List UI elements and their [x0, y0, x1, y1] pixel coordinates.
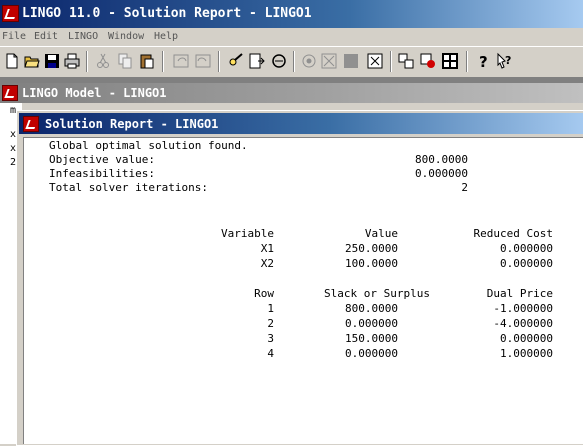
solution-window-title: Solution Report - LINGO1 [45, 117, 219, 131]
table-cell: 0.000000 [500, 332, 553, 345]
variable-header: Variable [221, 227, 274, 240]
app-title-bar[interactable]: LINGO 11.0 - Solution Report - LINGO1 [0, 0, 583, 28]
solution-report-window[interactable]: Solution Report - LINGO1 Global optimal … [16, 110, 583, 446]
menu-lingo[interactable]: LINGO [68, 31, 98, 42]
slack-header: Slack or Surplus [324, 287, 430, 300]
picture-icon[interactable] [441, 52, 459, 70]
copy-icon[interactable] [116, 52, 134, 70]
iterations-value: 2 [461, 181, 468, 194]
redo-icon[interactable] [194, 52, 212, 70]
table-cell: X2 [260, 257, 274, 270]
svg-text:?: ? [479, 53, 488, 70]
table-cell: 0.000000 [345, 317, 398, 330]
close-all-icon[interactable] [366, 52, 384, 70]
match-parenthesis-icon[interactable] [270, 52, 288, 70]
table-cell: 0.000000 [345, 347, 398, 360]
objective-value: 800.0000 [415, 153, 468, 166]
context-help-icon[interactable]: ? [496, 52, 514, 70]
goto-line-icon[interactable] [248, 52, 266, 70]
menu-file[interactable]: File [2, 31, 26, 42]
menu-help[interactable]: Help [154, 31, 178, 42]
solution-icon[interactable] [320, 52, 338, 70]
table-cell: 0.000000 [500, 257, 553, 270]
send-to-back-icon[interactable] [419, 52, 437, 70]
lingo-logo-icon [2, 5, 19, 22]
table-cell: 2 [267, 317, 274, 330]
model-window-title: LINGO Model - LINGO1 [22, 86, 167, 100]
table-cell: 150.0000 [345, 332, 398, 345]
table-cell: X1 [260, 242, 274, 255]
table-cell: -1.000000 [493, 302, 553, 315]
menu-bar: File Edit LINGO Window Help [0, 28, 583, 46]
table-cell: 800.0000 [345, 302, 398, 315]
menu-window[interactable]: Window [108, 31, 144, 42]
help-icon[interactable]: ? [474, 52, 492, 70]
new-file-icon[interactable] [3, 52, 21, 70]
table-cell: 250.0000 [345, 242, 398, 255]
lingo-logo-icon [2, 85, 18, 101]
options-icon[interactable] [342, 52, 360, 70]
table-cell: 3 [267, 332, 274, 345]
save-icon[interactable] [43, 52, 61, 70]
paste-icon[interactable] [138, 52, 156, 70]
lingo-logo-icon [23, 116, 39, 132]
value-header: Value [364, 227, 398, 240]
iterations-label: Total solver iterations: [49, 181, 208, 194]
dual-price-header: Dual Price [486, 287, 553, 300]
toolbar-separator [390, 51, 392, 72]
find-icon[interactable] [227, 52, 245, 70]
toolbar: ? ? [0, 46, 583, 78]
toolbar-separator [466, 51, 468, 72]
toolbar-separator [86, 51, 88, 72]
report-text-area[interactable]: Global optimal solution found. Objective… [23, 137, 583, 444]
model-window-title-bar[interactable]: LINGO Model - LINGO1 [0, 83, 583, 103]
solve-icon[interactable] [300, 52, 318, 70]
open-file-icon[interactable] [23, 52, 41, 70]
row-header: Row [254, 287, 274, 300]
table-cell: 1 [267, 302, 274, 315]
undo-icon[interactable] [172, 52, 190, 70]
menu-edit[interactable]: Edit [34, 31, 58, 42]
print-icon[interactable] [63, 52, 81, 70]
svg-text:?: ? [505, 54, 511, 67]
toolbar-separator [293, 51, 295, 72]
table-cell: 4 [267, 347, 274, 360]
toolbar-separator [162, 51, 164, 72]
infeasibilities-label: Infeasibilities: [49, 167, 155, 180]
reduced-cost-header: Reduced Cost [473, 227, 553, 240]
table-cell: 100.0000 [345, 257, 398, 270]
solution-status: Global optimal solution found. [49, 139, 248, 152]
objective-label: Objective value: [49, 153, 155, 166]
cut-icon[interactable] [94, 52, 112, 70]
table-cell: -4.000000 [493, 317, 553, 330]
table-cell: 1.000000 [500, 347, 553, 360]
solution-window-title-bar[interactable]: Solution Report - LINGO1 [19, 113, 583, 134]
app-title: LINGO 11.0 - Solution Report - LINGO1 [22, 6, 312, 21]
infeasibilities-value: 0.000000 [415, 167, 468, 180]
tile-icon[interactable] [397, 52, 415, 70]
toolbar-separator [218, 51, 220, 72]
table-cell: 0.000000 [500, 242, 553, 255]
